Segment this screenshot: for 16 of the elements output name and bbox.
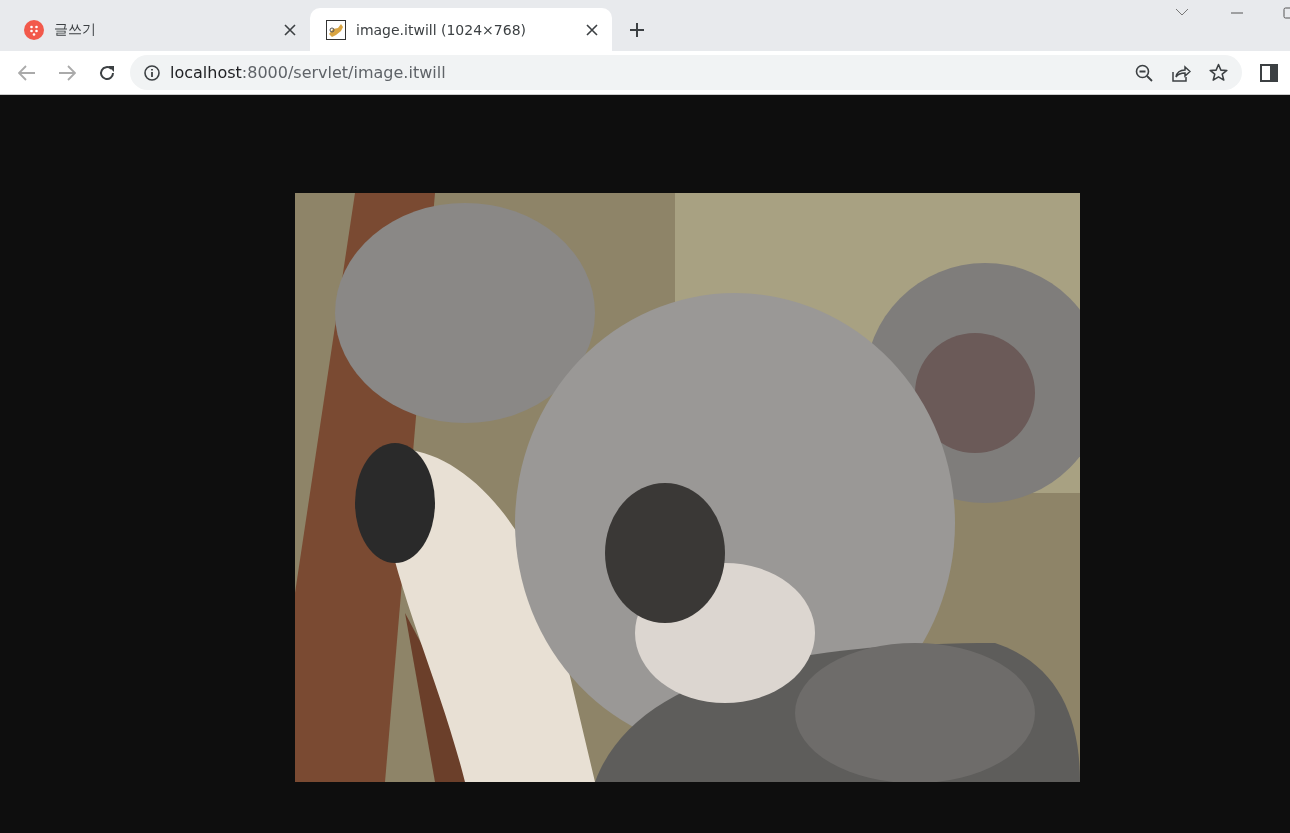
- chevron-down-icon[interactable]: [1175, 8, 1189, 16]
- url-text: localhost:8000/servlet/image.itwill: [170, 63, 446, 82]
- browser-tab[interactable]: 글쓰기: [8, 8, 310, 51]
- browser-tab[interactable]: image.itwill (1024×768): [310, 8, 612, 51]
- reload-icon[interactable]: [98, 63, 116, 82]
- close-icon[interactable]: [284, 23, 296, 36]
- close-icon[interactable]: [586, 23, 598, 36]
- share-icon[interactable]: [1171, 63, 1191, 82]
- info-icon: [144, 64, 160, 81]
- site-favicon-icon: [24, 19, 44, 40]
- address-bar[interactable]: localhost:8000/servlet/image.itwill: [130, 55, 1242, 90]
- new-tab-icon[interactable]: [630, 23, 644, 37]
- maximize-icon[interactable]: [1283, 7, 1290, 19]
- zoom-out-icon[interactable]: [1135, 63, 1153, 82]
- side-panel-icon[interactable]: [1260, 63, 1278, 82]
- star-icon[interactable]: [1209, 63, 1228, 82]
